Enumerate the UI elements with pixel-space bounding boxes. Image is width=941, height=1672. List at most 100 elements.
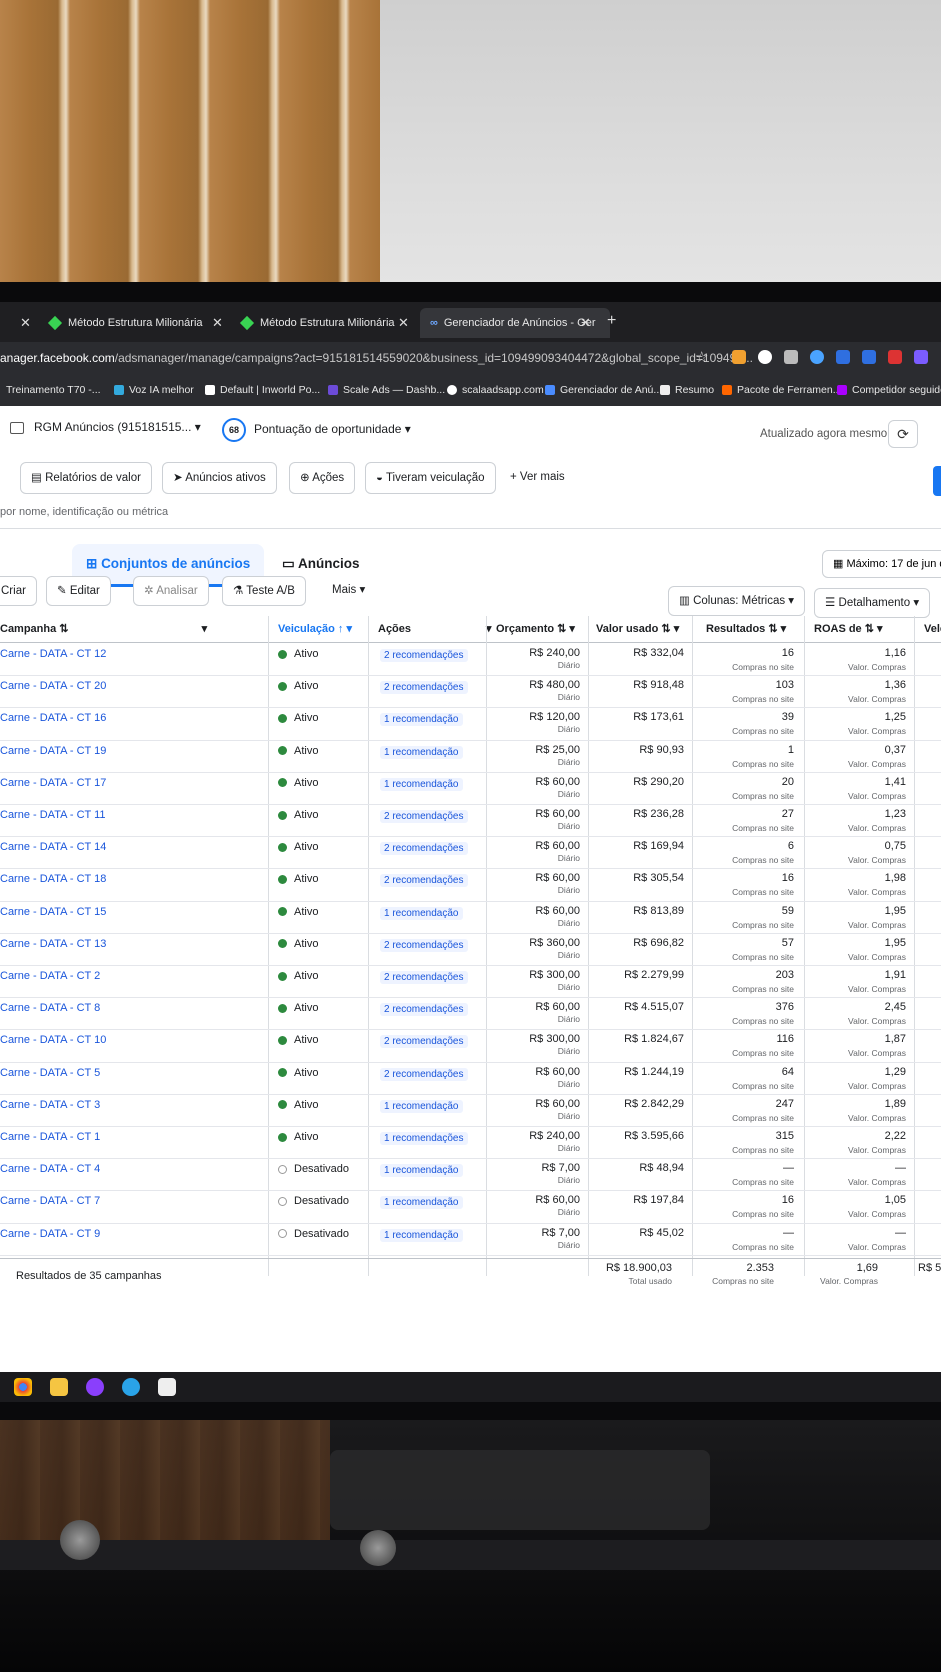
- budget-value[interactable]: R$ 60,00: [535, 1066, 580, 1078]
- campaign-name-link[interactable]: Carne - DATA - CT 15: [0, 906, 106, 918]
- campaign-name-link[interactable]: Carne - DATA - CT 10: [0, 1034, 106, 1046]
- new-tab-icon[interactable]: +: [607, 312, 616, 330]
- recommendations-link[interactable]: 2 recomendações: [380, 971, 468, 984]
- col-results[interactable]: Resultados ⇅ ▾: [706, 616, 786, 642]
- campaign-name-link[interactable]: Carne - DATA - CT 16: [0, 712, 106, 724]
- campaign-name-link[interactable]: Carne - DATA - CT 7: [0, 1195, 100, 1207]
- col-budget[interactable]: Orçamento ⇅ ▾: [496, 616, 575, 642]
- bookmark-star-icon[interactable]: ☆: [695, 348, 708, 366]
- extension-icon[interactable]: [810, 350, 824, 364]
- campaign-name-link[interactable]: Carne - DATA - CT 2: [0, 970, 100, 982]
- extension-icon[interactable]: [732, 350, 746, 364]
- bookmark[interactable]: Pacote de Ferramen...: [722, 384, 841, 396]
- more-button[interactable]: Mais ▾: [322, 576, 376, 604]
- bookmark[interactable]: Voz IA melhor: [114, 384, 194, 396]
- extension-icon[interactable]: [888, 350, 902, 364]
- recommendations-link[interactable]: 2 recomendações: [380, 1035, 468, 1049]
- recommendations-link[interactable]: 2 recomendações: [380, 938, 468, 952]
- bookmark[interactable]: Scale Ads — Dashb...: [328, 384, 445, 396]
- extension-icon[interactable]: [836, 350, 850, 364]
- budget-value[interactable]: R$ 120,00: [529, 711, 580, 723]
- campaign-name-link[interactable]: Carne - DATA - CT 5: [0, 1067, 100, 1079]
- recommendations-link[interactable]: 1 recomendação: [380, 777, 463, 791]
- recommendations-link[interactable]: 2 recomendações: [380, 874, 468, 888]
- recommendations-link[interactable]: 2 recomendações: [380, 649, 468, 662]
- budget-value[interactable]: R$ 240,00: [529, 1130, 580, 1142]
- app-icon[interactable]: [86, 1378, 104, 1396]
- col-actions[interactable]: Ações ▾: [378, 616, 492, 642]
- extension-icon[interactable]: [914, 350, 928, 364]
- extension-icon[interactable]: [758, 350, 772, 364]
- filter-actions[interactable]: ⊕ Ações: [289, 462, 356, 494]
- budget-value[interactable]: R$ 240,00: [529, 647, 580, 659]
- campaign-name-link[interactable]: Carne - DATA - CT 11: [0, 809, 106, 821]
- close-tab-icon[interactable]: ✕: [580, 315, 591, 331]
- bookmark[interactable]: Treinamento T70 -...: [6, 384, 101, 396]
- see-more-filters[interactable]: + Ver mais: [500, 462, 575, 492]
- filter-delivered[interactable]: ◒ Tiveram veiculação: [365, 462, 496, 494]
- campaign-name-link[interactable]: Carne - DATA - CT 8: [0, 1002, 100, 1014]
- folder-icon[interactable]: [50, 1378, 68, 1396]
- close-tab-icon[interactable]: ✕: [212, 315, 223, 331]
- recommendations-link[interactable]: 1 recomendação: [380, 1196, 463, 1210]
- campaign-name-link[interactable]: Carne - DATA - CT 9: [0, 1228, 100, 1240]
- budget-value[interactable]: R$ 60,00: [535, 840, 580, 852]
- campaign-name-link[interactable]: Carne - DATA - CT 19: [0, 745, 106, 757]
- search-input[interactable]: por nome, identificação ou métrica: [0, 506, 168, 518]
- campaign-name-link[interactable]: Carne - DATA - CT 17: [0, 777, 106, 789]
- campaign-name-link[interactable]: Carne - DATA - CT 12: [0, 648, 106, 660]
- recommendations-link[interactable]: 1 recomendações: [380, 1132, 468, 1145]
- recommendations-link[interactable]: 2 recomendações: [380, 842, 468, 856]
- campaign-name-link[interactable]: Carne - DATA - CT 13: [0, 938, 106, 950]
- create-button[interactable]: Criar: [0, 576, 37, 606]
- extension-icon[interactable]: [784, 350, 798, 364]
- telegram-icon[interactable]: [122, 1378, 140, 1396]
- edit-button[interactable]: ✎ Editar: [46, 576, 111, 606]
- budget-value[interactable]: R$ 60,00: [535, 872, 580, 884]
- budget-value[interactable]: R$ 300,00: [529, 1033, 580, 1045]
- browser-tab[interactable]: Método Estrutura Milionária: [47, 308, 203, 338]
- recommendations-link[interactable]: 1 recomendação: [380, 1099, 463, 1113]
- chrome-icon[interactable]: [14, 1378, 32, 1396]
- col-delivery[interactable]: Veiculação ↑ ▾: [278, 616, 352, 642]
- bookmark[interactable]: Resumo: [660, 384, 714, 396]
- columns-button[interactable]: ▥ Colunas: Métricas ▾: [668, 586, 806, 616]
- budget-value[interactable]: R$ 60,00: [535, 1098, 580, 1110]
- col-roas[interactable]: ROAS de ⇅ ▾: [814, 616, 883, 642]
- budget-value[interactable]: R$ 7,00: [541, 1162, 580, 1174]
- budget-value[interactable]: R$ 60,00: [535, 776, 580, 788]
- budget-value[interactable]: R$ 60,00: [535, 1001, 580, 1013]
- opportunity-score[interactable]: 68 Pontuação de oportunidade ▾: [222, 418, 411, 442]
- budget-value[interactable]: R$ 480,00: [529, 679, 580, 691]
- bookmark[interactable]: Gerenciador de Anú...: [545, 384, 662, 396]
- browser-tab[interactable]: Método Estrutura Milionária: [239, 308, 395, 338]
- budget-value[interactable]: R$ 60,00: [535, 905, 580, 917]
- create-button-edge[interactable]: [933, 466, 941, 496]
- refresh-icon[interactable]: ⟳: [888, 420, 918, 448]
- recommendations-link[interactable]: 2 recomendações: [380, 1067, 468, 1081]
- recommendations-link[interactable]: 2 recomendações: [380, 1003, 468, 1017]
- recommendations-link[interactable]: 1 recomendação: [380, 745, 463, 759]
- budget-value[interactable]: R$ 60,00: [535, 808, 580, 820]
- campaign-name-link[interactable]: Carne - DATA - CT 4: [0, 1163, 100, 1175]
- filter-value-reports[interactable]: ▤ Relatórios de valor: [20, 462, 152, 494]
- recommendations-link[interactable]: 1 recomendação: [380, 713, 463, 727]
- recommendations-link[interactable]: 2 recomendações: [380, 810, 468, 823]
- ab-test-button[interactable]: ⚗ Teste A/B: [222, 576, 306, 606]
- campaign-name-link[interactable]: Carne - DATA - CT 14: [0, 841, 106, 853]
- campaign-name-link[interactable]: Carne - DATA - CT 20: [0, 680, 106, 692]
- recommendations-link[interactable]: 1 recomendação: [380, 1228, 463, 1242]
- recommendations-link[interactable]: 1 recomendação: [380, 906, 463, 920]
- bookmark[interactable]: scalaadsapp.com: [447, 384, 544, 396]
- app-icon[interactable]: [158, 1378, 176, 1396]
- budget-value[interactable]: R$ 360,00: [529, 937, 580, 949]
- bookmark[interactable]: Competidor seguide...: [837, 384, 941, 396]
- bookmark[interactable]: Default | Inworld Po...: [205, 384, 320, 396]
- col-campaign[interactable]: Campanha ⇅ ▾: [0, 616, 207, 642]
- campaign-name-link[interactable]: Carne - DATA - CT 1: [0, 1131, 100, 1143]
- budget-value[interactable]: R$ 300,00: [529, 969, 580, 981]
- recommendations-link[interactable]: 2 recomendações: [380, 681, 468, 695]
- col-next[interactable]: Velo: [924, 616, 941, 642]
- analyze-button[interactable]: ✲ Analisar: [133, 576, 209, 606]
- breakdown-button[interactable]: ☰ Detalhamento ▾: [814, 588, 931, 618]
